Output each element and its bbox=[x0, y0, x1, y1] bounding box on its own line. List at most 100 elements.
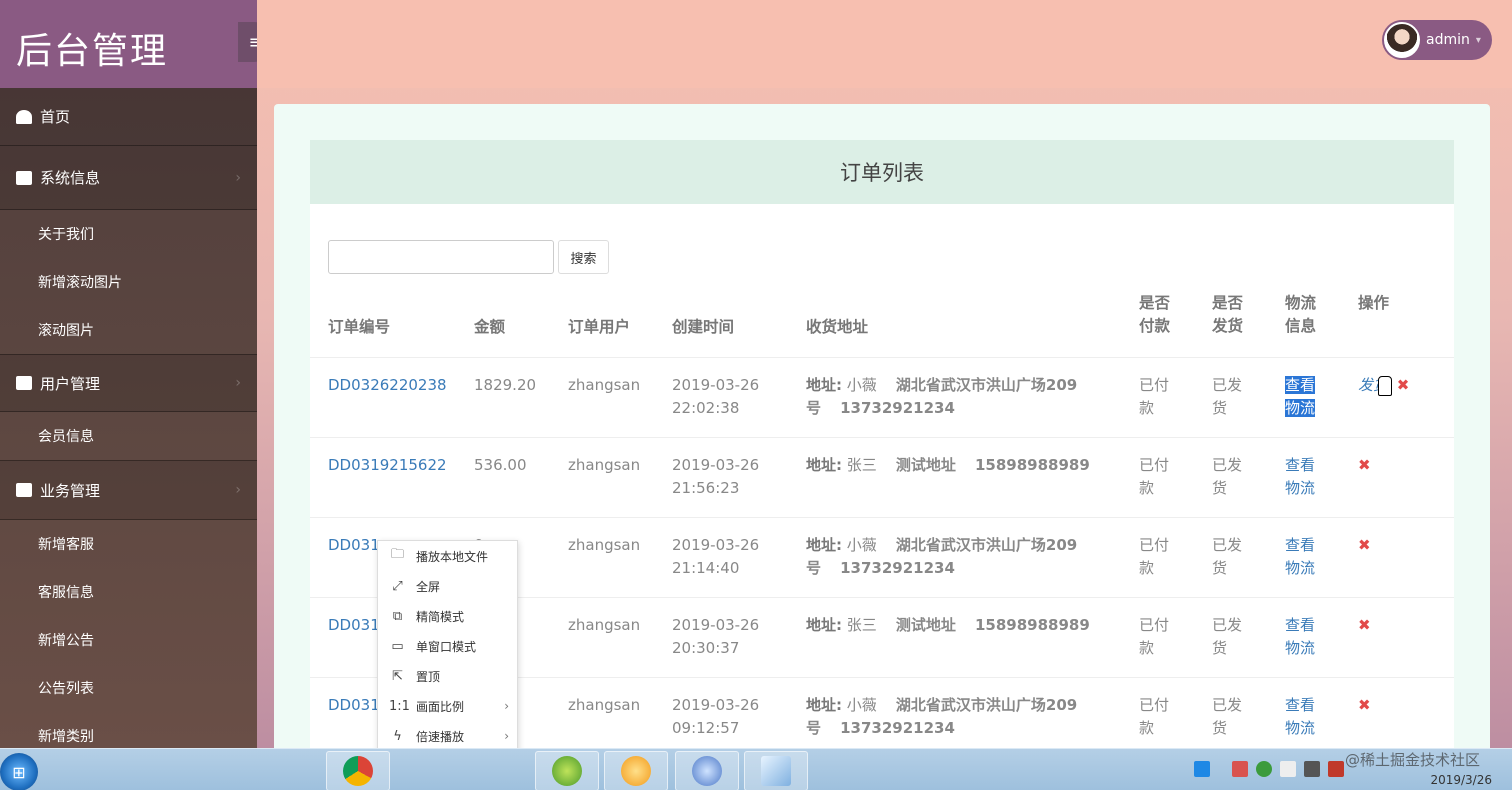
context-menu-item[interactable]: 1:1 画面比例 › bbox=[378, 691, 517, 721]
order-id-link[interactable]: DD0326220238 bbox=[328, 374, 447, 397]
recipient-name: 小薇 bbox=[846, 696, 877, 714]
order-actions: ✖ bbox=[1358, 614, 1371, 637]
column-header-id: 订单编号 bbox=[328, 318, 391, 336]
sidebar-item-support-info[interactable]: 客服信息 bbox=[0, 568, 257, 616]
chevron-right-icon: › bbox=[504, 699, 509, 713]
view-logistics-link[interactable]: 查看物流 bbox=[1285, 694, 1329, 740]
view-logistics-link[interactable]: 查看物流 bbox=[1285, 614, 1329, 660]
recipient-name: 张三 bbox=[846, 456, 877, 474]
context-menu-item[interactable]: 🗀 播放本地文件 bbox=[378, 541, 517, 571]
order-clock: 20:30:37 bbox=[672, 639, 740, 657]
chrome-icon bbox=[343, 756, 373, 786]
sidebar-item-add-slide[interactable]: 新增滚动图片 bbox=[0, 258, 257, 306]
order-id-link[interactable]: DD031 bbox=[328, 694, 380, 717]
recipient-phone: 15898988989 bbox=[974, 456, 1090, 474]
context-menu-item[interactable]: ⇱ 置顶 bbox=[378, 661, 517, 691]
context-menu-item[interactable]: ϟ 倍速播放 › bbox=[378, 721, 517, 751]
recipient-phone: 13732921234 bbox=[840, 399, 955, 417]
sidebar-item-home[interactable]: 首页 bbox=[0, 88, 257, 146]
user-menu[interactable]: admin ▾ bbox=[1382, 20, 1492, 60]
sidebar-item-user-management[interactable]: 用户管理 › bbox=[0, 354, 257, 412]
view-logistics-link[interactable]: 查看物流 bbox=[1285, 534, 1329, 580]
sidebar-item-label: 用户管理 bbox=[40, 374, 101, 393]
order-clock: 09:12:57 bbox=[672, 719, 740, 737]
view-logistics-link[interactable]: 查看物流 bbox=[1285, 454, 1329, 500]
search-button[interactable]: 搜索 bbox=[558, 240, 609, 274]
qq-icon[interactable] bbox=[1194, 761, 1210, 777]
order-user: zhangsan bbox=[568, 456, 641, 474]
context-menu-label: 倍速播放 bbox=[416, 729, 465, 744]
blue-app-icon bbox=[692, 756, 722, 786]
paid-status: 已付款 bbox=[1139, 696, 1170, 737]
sidebar-item-business[interactable]: 业务管理 › bbox=[0, 460, 257, 520]
taskbar-app-blue[interactable] bbox=[675, 751, 739, 790]
table-row: DD0326220238 1829.20 zhangsan 2019-03-26… bbox=[310, 358, 1454, 438]
column-header-ops: 操作 bbox=[1358, 294, 1390, 312]
sidebar-item-members[interactable]: 会员信息 bbox=[0, 412, 257, 460]
context-menu-label: 置顶 bbox=[416, 669, 441, 684]
sidebar-item-slides[interactable]: 滚动图片 bbox=[0, 306, 257, 354]
order-id-link[interactable]: DD031 bbox=[328, 534, 380, 557]
delete-icon[interactable]: ✖ bbox=[1358, 616, 1371, 634]
order-clock: 22:02:38 bbox=[672, 399, 740, 417]
sidebar-item-add-notice[interactable]: 新增公告 bbox=[0, 616, 257, 664]
order-clock: 21:56:23 bbox=[672, 479, 740, 497]
lightning-icon: ϟ bbox=[393, 728, 402, 744]
search-input[interactable] bbox=[328, 240, 554, 274]
volume-icon[interactable] bbox=[1328, 761, 1344, 777]
aspect-ratio-icon: 1:1 bbox=[389, 698, 410, 714]
shipped-status: 已发货 bbox=[1212, 696, 1243, 737]
order-date: 2019-03-26 bbox=[672, 616, 760, 634]
taskbar-chrome[interactable] bbox=[326, 751, 390, 790]
sidebar-item-add-support[interactable]: 新增客服 bbox=[0, 520, 257, 568]
order-time: 2019-03-26 21:14:40 bbox=[672, 534, 782, 580]
sidebar-item-add-category[interactable]: 新增类别 bbox=[0, 712, 257, 748]
order-amount: 536.00 bbox=[474, 456, 527, 474]
paid-status: 已付款 bbox=[1139, 616, 1170, 657]
sidebar-item-about-us[interactable]: 关于我们 bbox=[0, 210, 257, 258]
app-logo: 后台管理 bbox=[0, 0, 257, 88]
sidebar-item-label: 系统信息 bbox=[40, 169, 101, 187]
order-id-link[interactable]: DD031 bbox=[328, 614, 380, 637]
address-detail: 测试地址 bbox=[895, 616, 956, 634]
view-logistics-label: 查看物流 bbox=[1285, 536, 1316, 577]
dashboard-icon bbox=[16, 109, 32, 124]
address-detail: 测试地址 bbox=[895, 456, 956, 474]
shipped-status: 已发货 bbox=[1212, 456, 1243, 497]
taskbar-app-green[interactable] bbox=[535, 751, 599, 790]
fullscreen-icon: ⤢ bbox=[392, 578, 403, 594]
device-icon[interactable] bbox=[1280, 761, 1296, 777]
taskbar-notepad[interactable] bbox=[744, 751, 808, 790]
book-icon bbox=[16, 376, 32, 390]
column-header-amount: 金额 bbox=[474, 318, 506, 336]
order-address: 地址: 张三 测试地址 15898988989 bbox=[806, 614, 1106, 637]
context-menu-label: 精简模式 bbox=[416, 609, 465, 624]
flag-icon[interactable] bbox=[1232, 761, 1248, 777]
context-menu-label: 全屏 bbox=[416, 579, 441, 594]
context-menu-item[interactable]: ▭ 单窗口模式 bbox=[378, 631, 517, 661]
view-logistics-link[interactable]: 查看物流 bbox=[1285, 374, 1329, 420]
taskbar-date[interactable]: 2019/3/26 bbox=[1430, 773, 1492, 787]
green-app-icon bbox=[552, 756, 582, 786]
order-actions: ✖ bbox=[1358, 694, 1371, 717]
chevron-right-icon: › bbox=[235, 375, 241, 391]
start-button[interactable]: ⊞ bbox=[0, 753, 38, 790]
context-menu-item[interactable]: ⤢ 全屏 bbox=[378, 571, 517, 601]
order-address: 地址: 小薇 湖北省武汉市洪山广场209号 13732921234 bbox=[806, 534, 1106, 580]
order-actions: ✖ bbox=[1358, 454, 1371, 477]
taskbar-media-player[interactable] bbox=[604, 751, 668, 790]
order-id-link[interactable]: DD0319215622 bbox=[328, 454, 447, 477]
context-menu-item[interactable]: ⧉ 精简模式 bbox=[378, 601, 517, 631]
sidebar-item-system-info[interactable]: 系统信息 › bbox=[0, 146, 257, 210]
network-icon[interactable] bbox=[1304, 761, 1320, 777]
delete-icon[interactable]: ✖ bbox=[1358, 696, 1371, 714]
search-bar: 搜索 bbox=[328, 240, 609, 274]
shield-plus-icon[interactable] bbox=[1256, 761, 1272, 777]
context-menu-label: 单窗口模式 bbox=[416, 639, 477, 654]
delete-icon[interactable]: ✖ bbox=[1358, 456, 1371, 474]
caret-down-icon: ▾ bbox=[1475, 34, 1481, 46]
order-amount: 1829.20 bbox=[474, 376, 537, 394]
sidebar-item-notice-list[interactable]: 公告列表 bbox=[0, 664, 257, 712]
delete-icon[interactable]: ✖ bbox=[1358, 536, 1371, 554]
delete-icon[interactable]: ✖ bbox=[1397, 376, 1410, 394]
